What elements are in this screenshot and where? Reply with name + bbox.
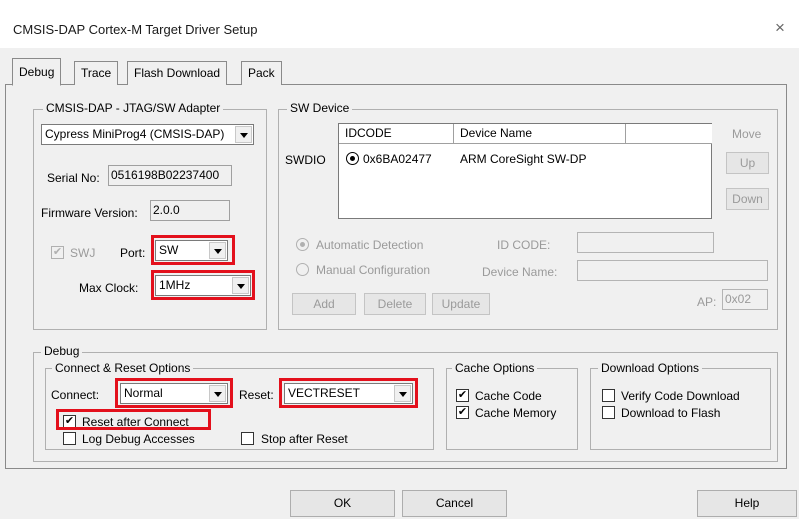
port-highlight-box [151, 235, 235, 265]
log-debug-label: Log Debug Accesses [82, 432, 195, 446]
row-device-name: ARM CoreSight SW-DP [460, 152, 587, 166]
device-name-field[interactable] [577, 260, 768, 281]
chevron-down-icon [235, 126, 252, 143]
window-title: CMSIS-DAP Cortex-M Target Driver Setup [13, 22, 258, 37]
reset-label: Reset: [239, 388, 274, 402]
radio-selected-icon [346, 152, 359, 165]
auto-detection-radio[interactable] [296, 238, 309, 251]
tab-debug[interactable]: Debug [12, 58, 62, 86]
connect-reset-title: Connect & Reset Options [52, 361, 194, 375]
add-button[interactable]: Add [292, 293, 356, 315]
column-header-empty [626, 124, 712, 144]
serial-field: 0516198B02237400 [108, 165, 232, 186]
column-header-device-name[interactable]: Device Name [454, 124, 626, 144]
adapter-select[interactable]: Cypress MiniProg4 (CMSIS-DAP) [41, 124, 254, 145]
row-idcode: 0x6BA02477 [363, 152, 432, 166]
update-button[interactable]: Update [432, 293, 490, 315]
stop-after-reset-label: Stop after Reset [261, 432, 348, 446]
id-code-field[interactable] [577, 232, 714, 253]
reset-highlight-box [279, 378, 418, 408]
close-icon[interactable]: × [770, 18, 790, 38]
cache-memory-checkbox[interactable]: ✔ [456, 406, 469, 419]
up-button[interactable]: Up [726, 152, 769, 174]
swj-checkbox[interactable]: ✔ [51, 246, 64, 259]
swdio-label: SWDIO [285, 153, 326, 167]
move-label: Move [732, 127, 762, 141]
cache-options-title: Cache Options [452, 361, 538, 375]
port-label: Port: [120, 246, 146, 260]
connect-label: Connect: [51, 388, 100, 402]
verify-code-checkbox[interactable] [602, 389, 615, 402]
tab-pack[interactable]: Pack [241, 61, 282, 85]
auto-detection-label: Automatic Detection [316, 238, 424, 252]
tab-trace[interactable]: Trace [74, 61, 119, 85]
ap-field[interactable]: 0x02 [722, 289, 768, 310]
cache-memory-label: Cache Memory [475, 406, 557, 420]
max-clock-label: Max Clock: [79, 281, 139, 295]
help-button[interactable]: Help [697, 490, 797, 517]
column-header-idcode[interactable]: IDCODE [339, 124, 454, 144]
device-name-label: Device Name: [482, 265, 558, 279]
stop-after-reset-checkbox[interactable] [241, 432, 254, 445]
table-row[interactable]: 0x6BA02477 ARM CoreSight SW-DP [339, 150, 711, 168]
ok-button[interactable]: OK [290, 490, 395, 517]
reset-after-connect-highlight-box [56, 409, 211, 430]
firmware-label: Firmware Version: [41, 206, 138, 220]
download-flash-label: Download to Flash [621, 406, 721, 420]
firmware-field: 2.0.0 [150, 200, 230, 221]
connect-highlight-box [115, 378, 233, 408]
sw-device-list[interactable]: IDCODE Device Name 0x6BA02477 ARM CoreSi… [338, 123, 712, 219]
dialog-button-bar [0, 475, 799, 519]
down-button[interactable]: Down [726, 188, 769, 210]
delete-button[interactable]: Delete [364, 293, 426, 315]
ap-label: AP: [697, 295, 717, 309]
tab-flash-download[interactable]: Flash Download [127, 61, 228, 85]
manual-config-radio[interactable] [296, 263, 309, 276]
debug-group-title: Debug [41, 344, 83, 358]
cache-code-checkbox[interactable]: ✔ [456, 389, 469, 402]
adapter-select-value: Cypress MiniProg4 (CMSIS-DAP) [45, 127, 225, 141]
cache-code-label: Cache Code [475, 389, 542, 403]
manual-config-label: Manual Configuration [316, 263, 431, 277]
adapter-group-title: CMSIS-DAP - JTAG/SW Adapter [43, 101, 224, 115]
log-debug-checkbox[interactable] [63, 432, 76, 445]
sw-device-group-title: SW Device [287, 101, 353, 115]
download-options-title: Download Options [598, 361, 703, 375]
swj-label: SWJ [70, 246, 96, 260]
clock-highlight-box [151, 270, 255, 300]
serial-label: Serial No: [47, 171, 100, 185]
verify-code-label: Verify Code Download [621, 389, 740, 403]
id-code-label: ID CODE: [497, 238, 551, 252]
download-flash-checkbox[interactable] [602, 406, 615, 419]
cancel-button[interactable]: Cancel [402, 490, 507, 517]
